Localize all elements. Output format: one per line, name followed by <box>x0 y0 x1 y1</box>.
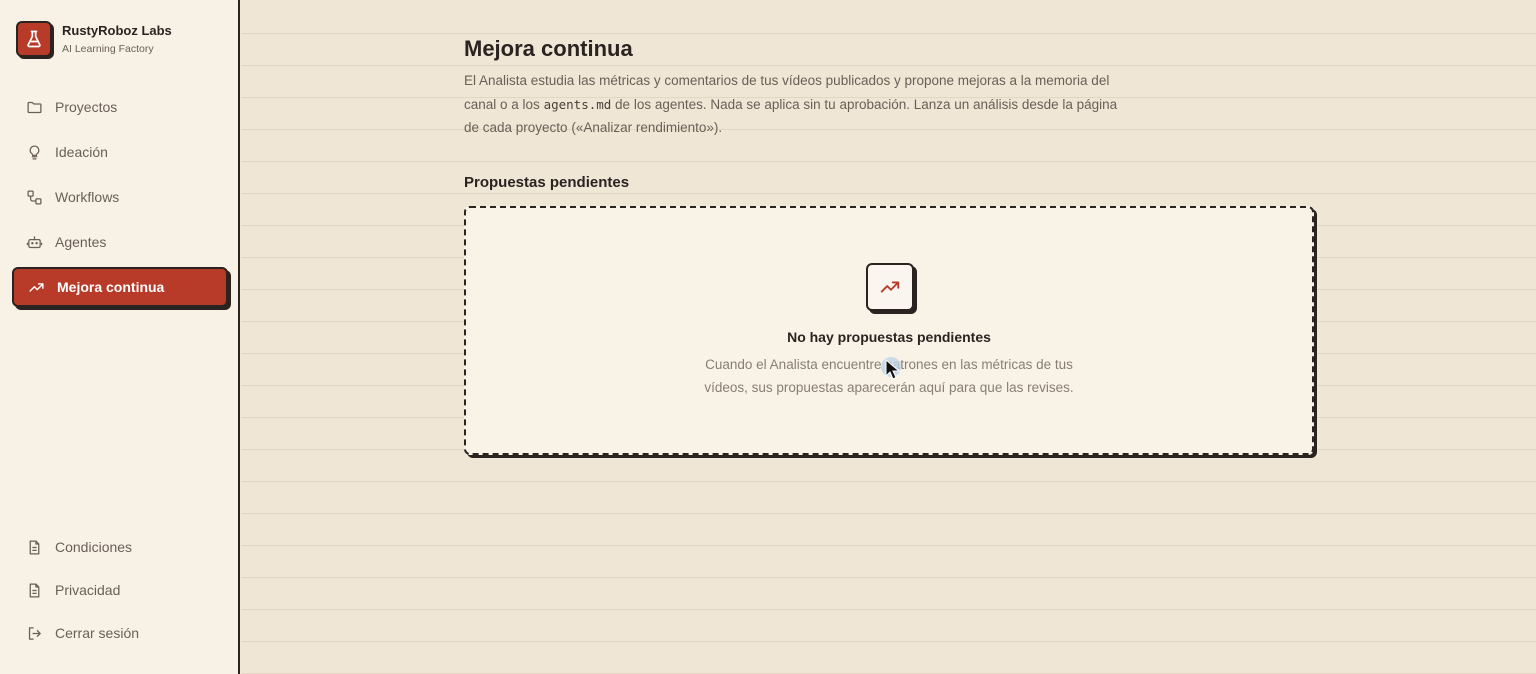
sidebar-item-label: Ideación <box>55 144 108 160</box>
sidebar: RustyRoboz Labs AI Learning Factory Proy… <box>0 0 240 674</box>
logout-button[interactable]: Cerrar sesión <box>12 614 228 652</box>
sidebar-item-proyectos[interactable]: Proyectos <box>12 87 228 127</box>
logout-icon <box>25 624 43 642</box>
document-icon <box>25 538 43 556</box>
trending-up-icon <box>27 278 45 296</box>
sidebar-item-label: Condiciones <box>55 539 133 555</box>
page-description: El Analista estudia las métricas y comen… <box>464 69 1134 140</box>
sidebar-item-mejora-continua[interactable]: Mejora continua <box>12 267 228 307</box>
content-column: Mejora continua El Analista estudia las … <box>464 34 1314 455</box>
sidebar-item-label: Workflows <box>55 189 120 205</box>
agents-md-code: agents.md <box>543 96 612 112</box>
robot-icon <box>25 233 43 251</box>
sidebar-item-label: Agentes <box>55 234 107 250</box>
section-title: Propuestas pendientes <box>464 173 630 191</box>
workflow-icon <box>25 188 43 206</box>
sidebar-item-label: Privacidad <box>55 582 121 598</box>
document-icon <box>25 581 43 599</box>
secondary-nav: Condiciones Privacidad Cerrar sesión <box>12 528 228 657</box>
lightbulb-icon <box>25 143 43 161</box>
folder-icon <box>25 98 43 116</box>
trending-up-icon <box>866 262 914 311</box>
main-content: Mejora continua El Analista estudia las … <box>242 0 1536 674</box>
main-nav: Proyectos Ideación Workflows Agentes Mej… <box>12 87 228 312</box>
page-title: Mejora continua <box>464 36 633 61</box>
empty-state-title: No hay propuestas pendientes <box>787 328 991 345</box>
flask-icon <box>16 21 52 57</box>
brand-subtitle: AI Learning Factory <box>62 42 154 55</box>
brand-name: RustyRoboz Labs <box>62 22 172 38</box>
sidebar-item-workflows[interactable]: Workflows <box>12 177 228 217</box>
sidebar-item-condiciones[interactable]: Condiciones <box>12 528 228 566</box>
empty-state: No hay propuestas pendientes Cuando el A… <box>464 205 1314 455</box>
sidebar-item-ideacion[interactable]: Ideación <box>12 132 228 172</box>
sidebar-item-label: Cerrar sesión <box>55 625 140 641</box>
sidebar-item-privacidad[interactable]: Privacidad <box>12 571 228 609</box>
sidebar-item-label: Proyectos <box>55 99 118 115</box>
brand[interactable]: RustyRoboz Labs AI Learning Factory <box>16 21 172 57</box>
mouse-cursor-icon <box>880 356 910 386</box>
sidebar-item-label: Mejora continua <box>57 279 165 295</box>
sidebar-item-agentes[interactable]: Agentes <box>12 222 228 262</box>
